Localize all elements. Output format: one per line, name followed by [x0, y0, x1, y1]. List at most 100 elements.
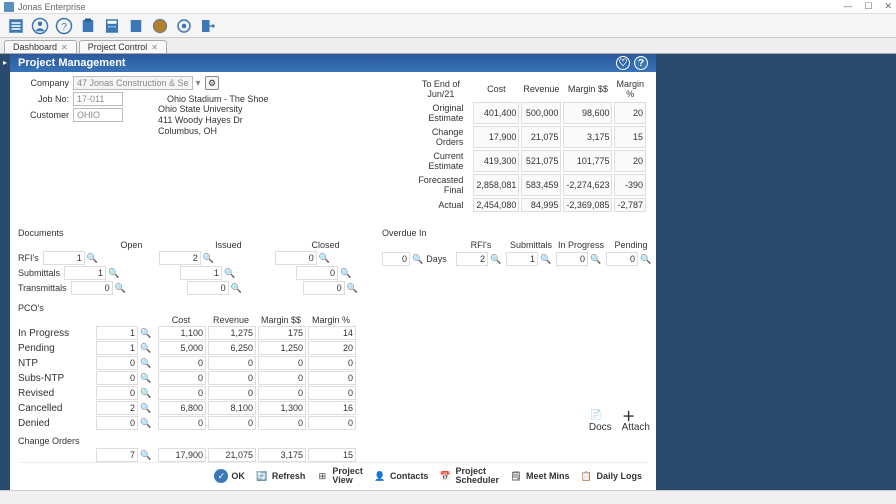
search-icon[interactable]: 🔍 [140, 450, 151, 460]
docs-cell[interactable]: 2 [159, 251, 201, 265]
summary-cell: 3,175 [563, 126, 612, 148]
daily-logs-button[interactable]: 📋Daily Logs [579, 467, 642, 485]
summary-row-label: Change Orders [416, 126, 471, 148]
tab-close-icon[interactable]: ✕ [151, 43, 158, 52]
summary-cell: 500,000 [521, 102, 561, 124]
docs-cell[interactable]: 0 [71, 281, 113, 295]
pco-cell: 6,250 [208, 341, 256, 355]
jobno-label: Job No: [18, 94, 73, 104]
help-icon[interactable]: ? [634, 56, 648, 70]
search-icon[interactable]: 🔍 [590, 254, 601, 264]
search-icon[interactable]: 🔍 [115, 283, 127, 294]
search-icon[interactable]: 🔍 [224, 268, 236, 279]
summary-row-label: Forecasted Final [416, 174, 471, 196]
docs-row-label: RFI's [18, 253, 43, 263]
project-view-button[interactable]: ⊞Project View [315, 467, 363, 485]
pco-cell: 0 [158, 356, 206, 370]
user-icon-button[interactable] [30, 16, 50, 36]
tab-dashboard[interactable]: Dashboard✕ [4, 40, 77, 53]
globe-icon-button[interactable] [150, 16, 170, 36]
pco-cell: 0 [208, 356, 256, 370]
pco-cell: 0 [208, 386, 256, 400]
maximize-button[interactable]: ☐ [864, 1, 872, 12]
project-scheduler-button[interactable]: 📅Project Scheduler [438, 467, 499, 485]
search-icon[interactable]: 🔍 [319, 253, 331, 264]
pco-count-cell[interactable]: 0 [96, 356, 138, 370]
summary-cell: 401,400 [473, 102, 519, 124]
home-icon-button[interactable] [6, 16, 26, 36]
favorite-icon[interactable]: ♡ [616, 56, 630, 70]
search-icon[interactable]: 🔍 [231, 283, 243, 294]
clipboard2-icon-button[interactable] [126, 16, 146, 36]
pco-count-cell[interactable]: 2 [96, 401, 138, 415]
jobno-field[interactable] [73, 92, 123, 106]
search-icon[interactable]: 🔍 [140, 358, 151, 368]
close-button[interactable]: ✕ [884, 1, 892, 12]
meet-mins-button[interactable]: 🗒Meet Mins [509, 467, 570, 485]
meeting-icon: 🗒 [509, 469, 523, 483]
docs-cell[interactable]: 0 [275, 251, 317, 265]
view-icon: ⊞ [315, 469, 329, 483]
svg-text:?: ? [61, 20, 67, 32]
side-expander[interactable]: ▸ [0, 54, 10, 490]
ok-button[interactable]: ✓OK [214, 467, 245, 485]
overdue-grid: RFI'sSubmittalsIn ProgressPending0🔍Days2… [382, 240, 656, 266]
minimize-button[interactable]: — [843, 1, 852, 12]
summary-cell: 17,900 [473, 126, 519, 148]
pco-col-header: Cost [156, 315, 206, 325]
search-icon[interactable]: 🔍 [140, 343, 151, 353]
pco-count-cell[interactable]: 1 [96, 326, 138, 340]
overdue-cell[interactable]: 1 [506, 252, 538, 266]
search-icon[interactable]: 🔍 [87, 253, 99, 264]
tabstrip: Dashboard✕ Project Control✕ [0, 38, 896, 54]
attach-button[interactable]: ＋Attach [622, 408, 650, 433]
search-icon[interactable]: 🔍 [140, 388, 151, 398]
pco-count-cell[interactable]: 0 [96, 386, 138, 400]
company-field[interactable] [73, 76, 193, 90]
contacts-button[interactable]: 👤Contacts [373, 467, 429, 485]
docs-cell[interactable]: 0 [187, 281, 229, 295]
summary-cell: 521,075 [521, 150, 561, 172]
help-icon-button[interactable]: ? [54, 16, 74, 36]
search-icon[interactable]: 🔍 [140, 418, 151, 428]
search-icon[interactable]: 🔍 [108, 268, 120, 279]
tab-project-control[interactable]: Project Control✕ [79, 40, 167, 53]
pco-cell: 0 [308, 416, 356, 430]
search-icon[interactable]: 🔍 [140, 373, 151, 383]
pco-cell: 1,300 [258, 401, 306, 415]
statusbar [0, 490, 896, 504]
dropdown-icon[interactable]: ▾ [193, 78, 203, 89]
search-icon[interactable]: 🔍 [490, 254, 501, 264]
overdue-cell[interactable]: 0 [606, 252, 638, 266]
search-icon[interactable]: 🔍 [140, 328, 151, 338]
pco-cell: 8,100 [208, 401, 256, 415]
docs-cell[interactable]: 1 [180, 266, 222, 280]
exit-icon-button[interactable] [198, 16, 218, 36]
search-icon[interactable]: 🔍 [203, 253, 215, 264]
calculator-icon-button[interactable] [102, 16, 122, 36]
overdue-cell[interactable]: 2 [456, 252, 488, 266]
search-icon[interactable]: 🔍 [340, 268, 352, 279]
search-icon[interactable]: 🔍 [140, 403, 151, 413]
tab-close-icon[interactable]: ✕ [61, 43, 68, 52]
pco-count-cell[interactable]: 0 [96, 371, 138, 385]
search-icon[interactable]: 🔍 [412, 254, 423, 264]
pco-count-cell[interactable]: 1 [96, 341, 138, 355]
gear-sync-icon-button[interactable] [174, 16, 194, 36]
overdue-cell[interactable]: 0 [556, 252, 588, 266]
paste-icon-button[interactable] [78, 16, 98, 36]
docs-cell[interactable]: 1 [64, 266, 106, 280]
search-icon[interactable]: 🔍 [540, 254, 551, 264]
docs-button[interactable]: 📄Docs [589, 408, 612, 433]
co-count-cell[interactable]: 7 [96, 448, 138, 462]
overdue-days-field[interactable]: 0 [382, 252, 410, 266]
docs-cell[interactable]: 0 [303, 281, 345, 295]
search-icon[interactable]: 🔍 [640, 254, 651, 264]
company-gear-button[interactable]: ⚙ [205, 76, 219, 90]
refresh-button[interactable]: 🔄Refresh [255, 467, 306, 485]
pco-count-cell[interactable]: 0 [96, 416, 138, 430]
customer-field[interactable] [73, 108, 123, 122]
search-icon[interactable]: 🔍 [347, 283, 359, 294]
docs-cell[interactable]: 1 [43, 251, 85, 265]
docs-cell[interactable]: 0 [296, 266, 338, 280]
